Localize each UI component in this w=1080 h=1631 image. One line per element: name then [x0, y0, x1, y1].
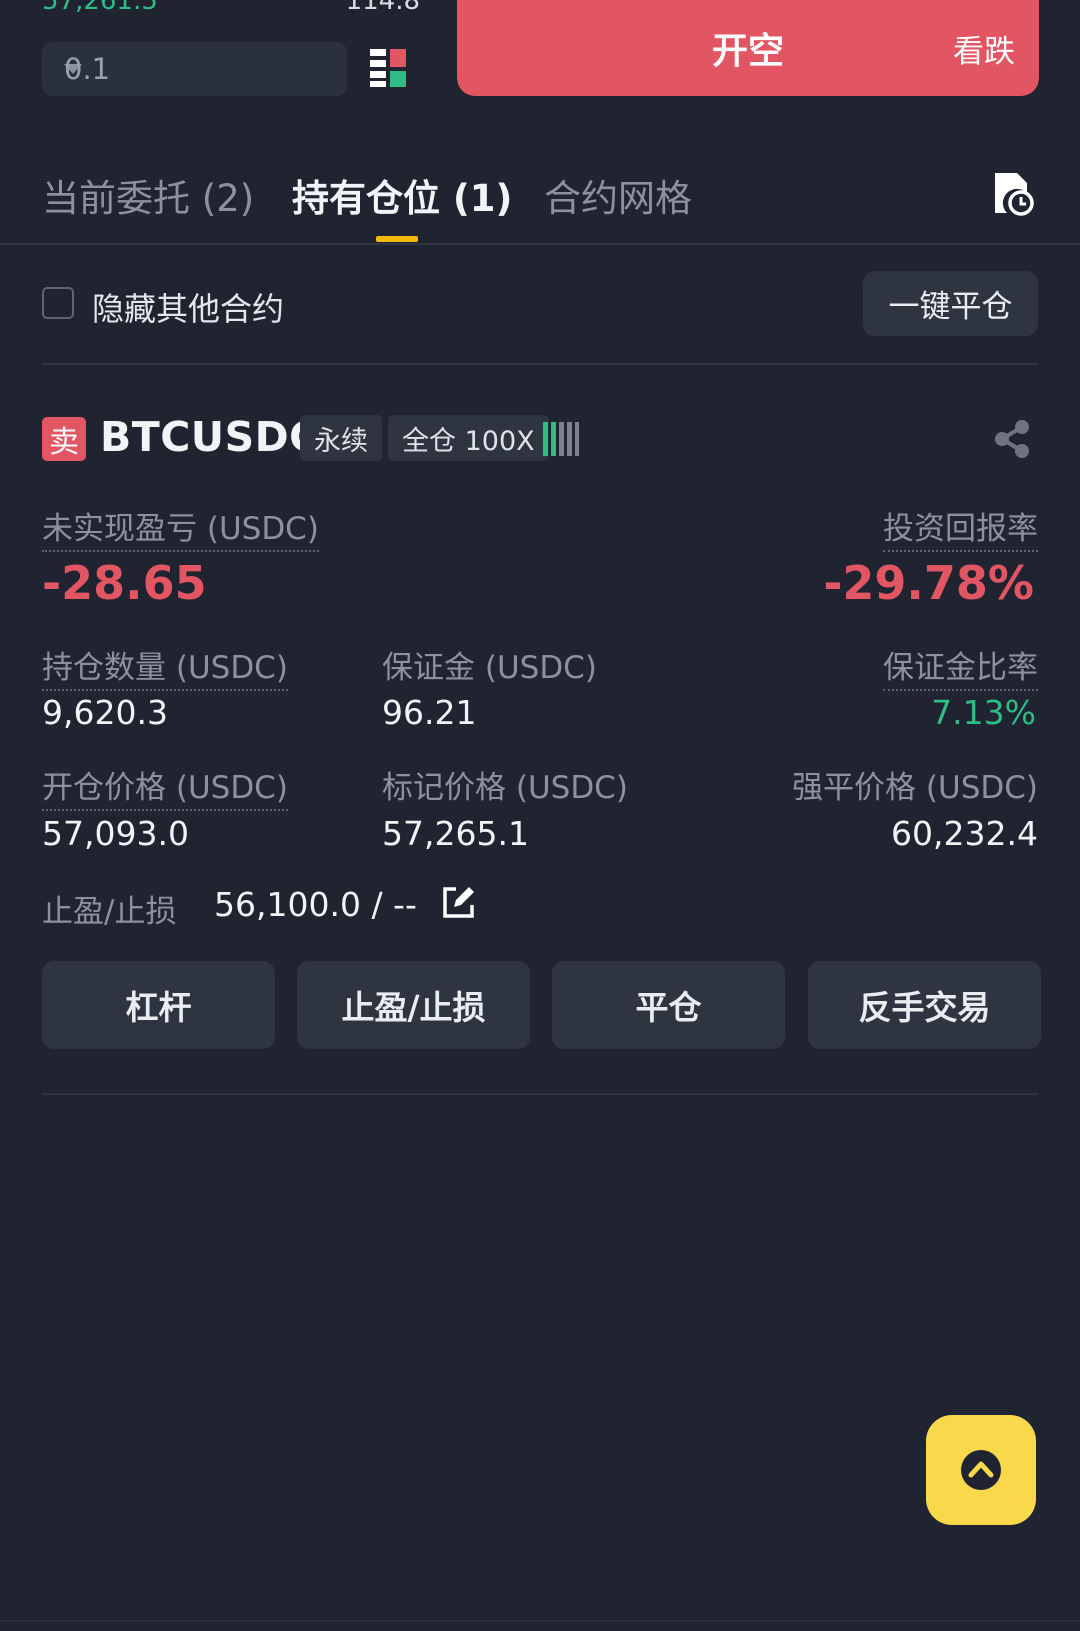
reverse-trade-button[interactable]: 反手交易 — [808, 961, 1041, 1049]
adl-indicator-icon — [543, 422, 579, 456]
divider — [42, 363, 1038, 365]
contract-type-tag: 永续 — [300, 415, 382, 461]
entry-price-label[interactable]: 开仓价格 (USDC) — [42, 762, 288, 811]
position-size-label[interactable]: 持仓数量 (USDC) — [42, 642, 288, 691]
margin-label: 保证金 (USDC) — [382, 650, 597, 686]
share-icon[interactable] — [992, 418, 1032, 460]
hide-others-checkbox[interactable] — [42, 287, 74, 319]
open-short-sublabel: 看跌 — [953, 34, 1015, 70]
tab-contract-grid[interactable]: 合约网格 — [544, 168, 692, 222]
tab-positions[interactable]: 持有仓位 (1) — [292, 168, 512, 222]
bottom-divider — [0, 1620, 1080, 1622]
unrealized-pnl-value: -28.65 — [42, 556, 207, 610]
order-history-icon[interactable] — [992, 170, 1034, 216]
tpsl-label: 止盈/止损 — [42, 894, 177, 930]
mark-price-value: 57,265.1 — [382, 814, 529, 853]
close-all-button[interactable]: 一键平仓 — [863, 271, 1038, 336]
tab-open-orders[interactable]: 当前委托 (2) — [42, 168, 254, 222]
liquidation-price-value: 60,232.4 — [891, 814, 1038, 853]
tpsl-value: 56,100.0 / -- — [214, 885, 417, 924]
tpsl-button[interactable]: 止盈/止损 — [297, 961, 530, 1049]
side-badge: 卖 — [42, 417, 86, 461]
tabs-divider — [0, 243, 1080, 245]
quantity-value: 0.1 — [64, 52, 111, 86]
symbol-name[interactable]: BTCUSDC — [100, 413, 320, 461]
futures-positions-screen: 57,261.5 114.8 0.1 开空 看跌 当前委托 (2) 持有仓位 (… — [0, 0, 1080, 1631]
depth-amount: 114.8 — [345, 0, 420, 16]
active-tab-indicator — [376, 236, 418, 242]
price-strip: 57,261.5 114.8 — [42, 0, 420, 16]
quantity-select[interactable]: 0.1 — [42, 42, 347, 96]
hide-others-label: 隐藏其他合约 — [92, 290, 285, 328]
open-short-label: 开空 — [711, 31, 784, 72]
margin-mode-tag[interactable]: 全仓 100X — [388, 415, 549, 461]
positions-tabs: 当前委托 (2) 持有仓位 (1) 合约网格 — [42, 168, 1038, 238]
margin-ratio-label[interactable]: 保证金比率 — [883, 642, 1038, 691]
position-size-value: 9,620.3 — [42, 693, 168, 732]
roi-value: -29.78% — [823, 556, 1034, 610]
scroll-top-icon — [961, 1450, 1001, 1490]
close-position-button[interactable]: 平仓 — [552, 961, 785, 1049]
entry-price-value: 57,093.0 — [42, 814, 189, 853]
last-price: 57,261.5 — [42, 0, 158, 16]
unrealized-pnl-label[interactable]: 未实现盈亏 (USDC) — [42, 503, 319, 552]
open-short-button[interactable]: 开空 看跌 — [457, 0, 1039, 96]
divider — [42, 1093, 1038, 1095]
scroll-top-button[interactable] — [926, 1415, 1036, 1525]
margin-ratio-value: 7.13% — [931, 693, 1036, 732]
mark-price-label: 标记价格 (USDC) — [382, 770, 628, 806]
roi-label[interactable]: 投资回报率 — [883, 503, 1038, 552]
liquidation-price-label: 强平价格 (USDC) — [792, 770, 1038, 806]
edit-icon[interactable] — [442, 885, 476, 919]
orderbook-depth-icon[interactable] — [370, 48, 408, 88]
leverage-button[interactable]: 杠杆 — [42, 961, 275, 1049]
margin-value: 96.21 — [382, 693, 477, 732]
